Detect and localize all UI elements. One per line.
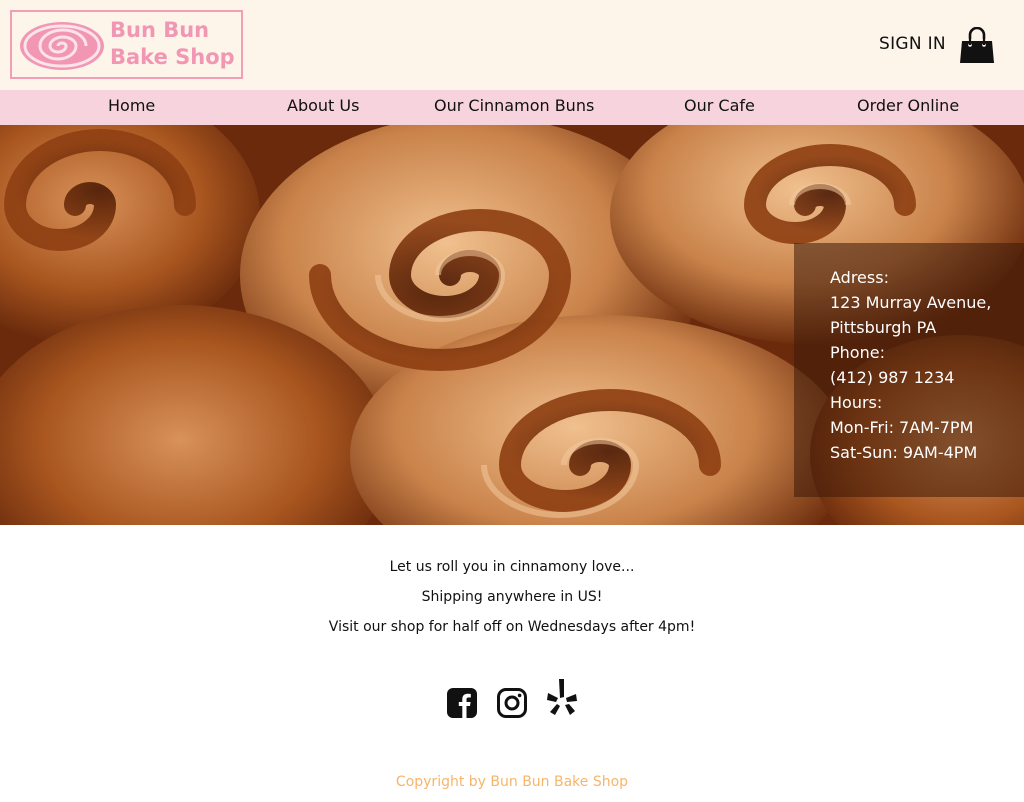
promo-section: Let us roll you in cinnamony love... Shi… [0, 525, 1024, 802]
site-header: Bun Bun Bake Shop SIGN IN [0, 0, 1024, 90]
hours-weekend: Sat-Sun: 9AM-4PM [830, 443, 978, 462]
sign-in-link[interactable]: SIGN IN [879, 34, 946, 54]
hours-weekday: Mon-Fri: 7AM-7PM [830, 418, 974, 437]
address-line2: Pittsburgh PA [830, 318, 937, 337]
facebook-icon[interactable] [446, 687, 478, 719]
yelp-icon[interactable] [545, 677, 579, 717]
nav-order-online[interactable]: Order Online [857, 96, 959, 115]
hero-banner: Adress: 123 Murray Avenue, Pittsburgh PA… [0, 125, 1024, 525]
address-label: Adress: [830, 268, 889, 287]
phone-label: Phone: [830, 343, 885, 362]
promo-line1: Let us roll you in cinnamony love... [389, 559, 635, 575]
logo-line1: Bun Bun [110, 18, 210, 42]
nav-home[interactable]: Home [108, 96, 155, 115]
promo-line2: Shipping anywhere in US! [421, 589, 603, 605]
instagram-icon[interactable] [496, 687, 528, 719]
logo[interactable]: Bun Bun Bake Shop [10, 10, 243, 79]
store-info-panel: Adress: 123 Murray Avenue, Pittsburgh PA… [794, 243, 1024, 497]
phone-number[interactable]: (412) 987 1234 [830, 368, 954, 387]
logo-line2: Bake Shop [110, 45, 235, 69]
nav-about-us[interactable]: About Us [287, 96, 359, 115]
cinnamon-bun-logo-icon [20, 22, 104, 70]
main-nav: Home About Us Our Cinnamon Buns Our Cafe… [0, 90, 1024, 125]
address-line1: 123 Murray Avenue, [830, 293, 992, 312]
promo-line3: Visit our shop for half off on Wednesday… [328, 619, 696, 635]
copyright-text: Copyright by Bun Bun Bake Shop [395, 774, 629, 790]
logo-text: Bun Bun Bake Shop [110, 17, 235, 71]
nav-our-cafe[interactable]: Our Cafe [684, 96, 755, 115]
hours-label: Hours: [830, 393, 883, 412]
nav-our-cinnamon-buns[interactable]: Our Cinnamon Buns [434, 96, 594, 115]
shopping-bag-icon[interactable] [958, 27, 996, 65]
